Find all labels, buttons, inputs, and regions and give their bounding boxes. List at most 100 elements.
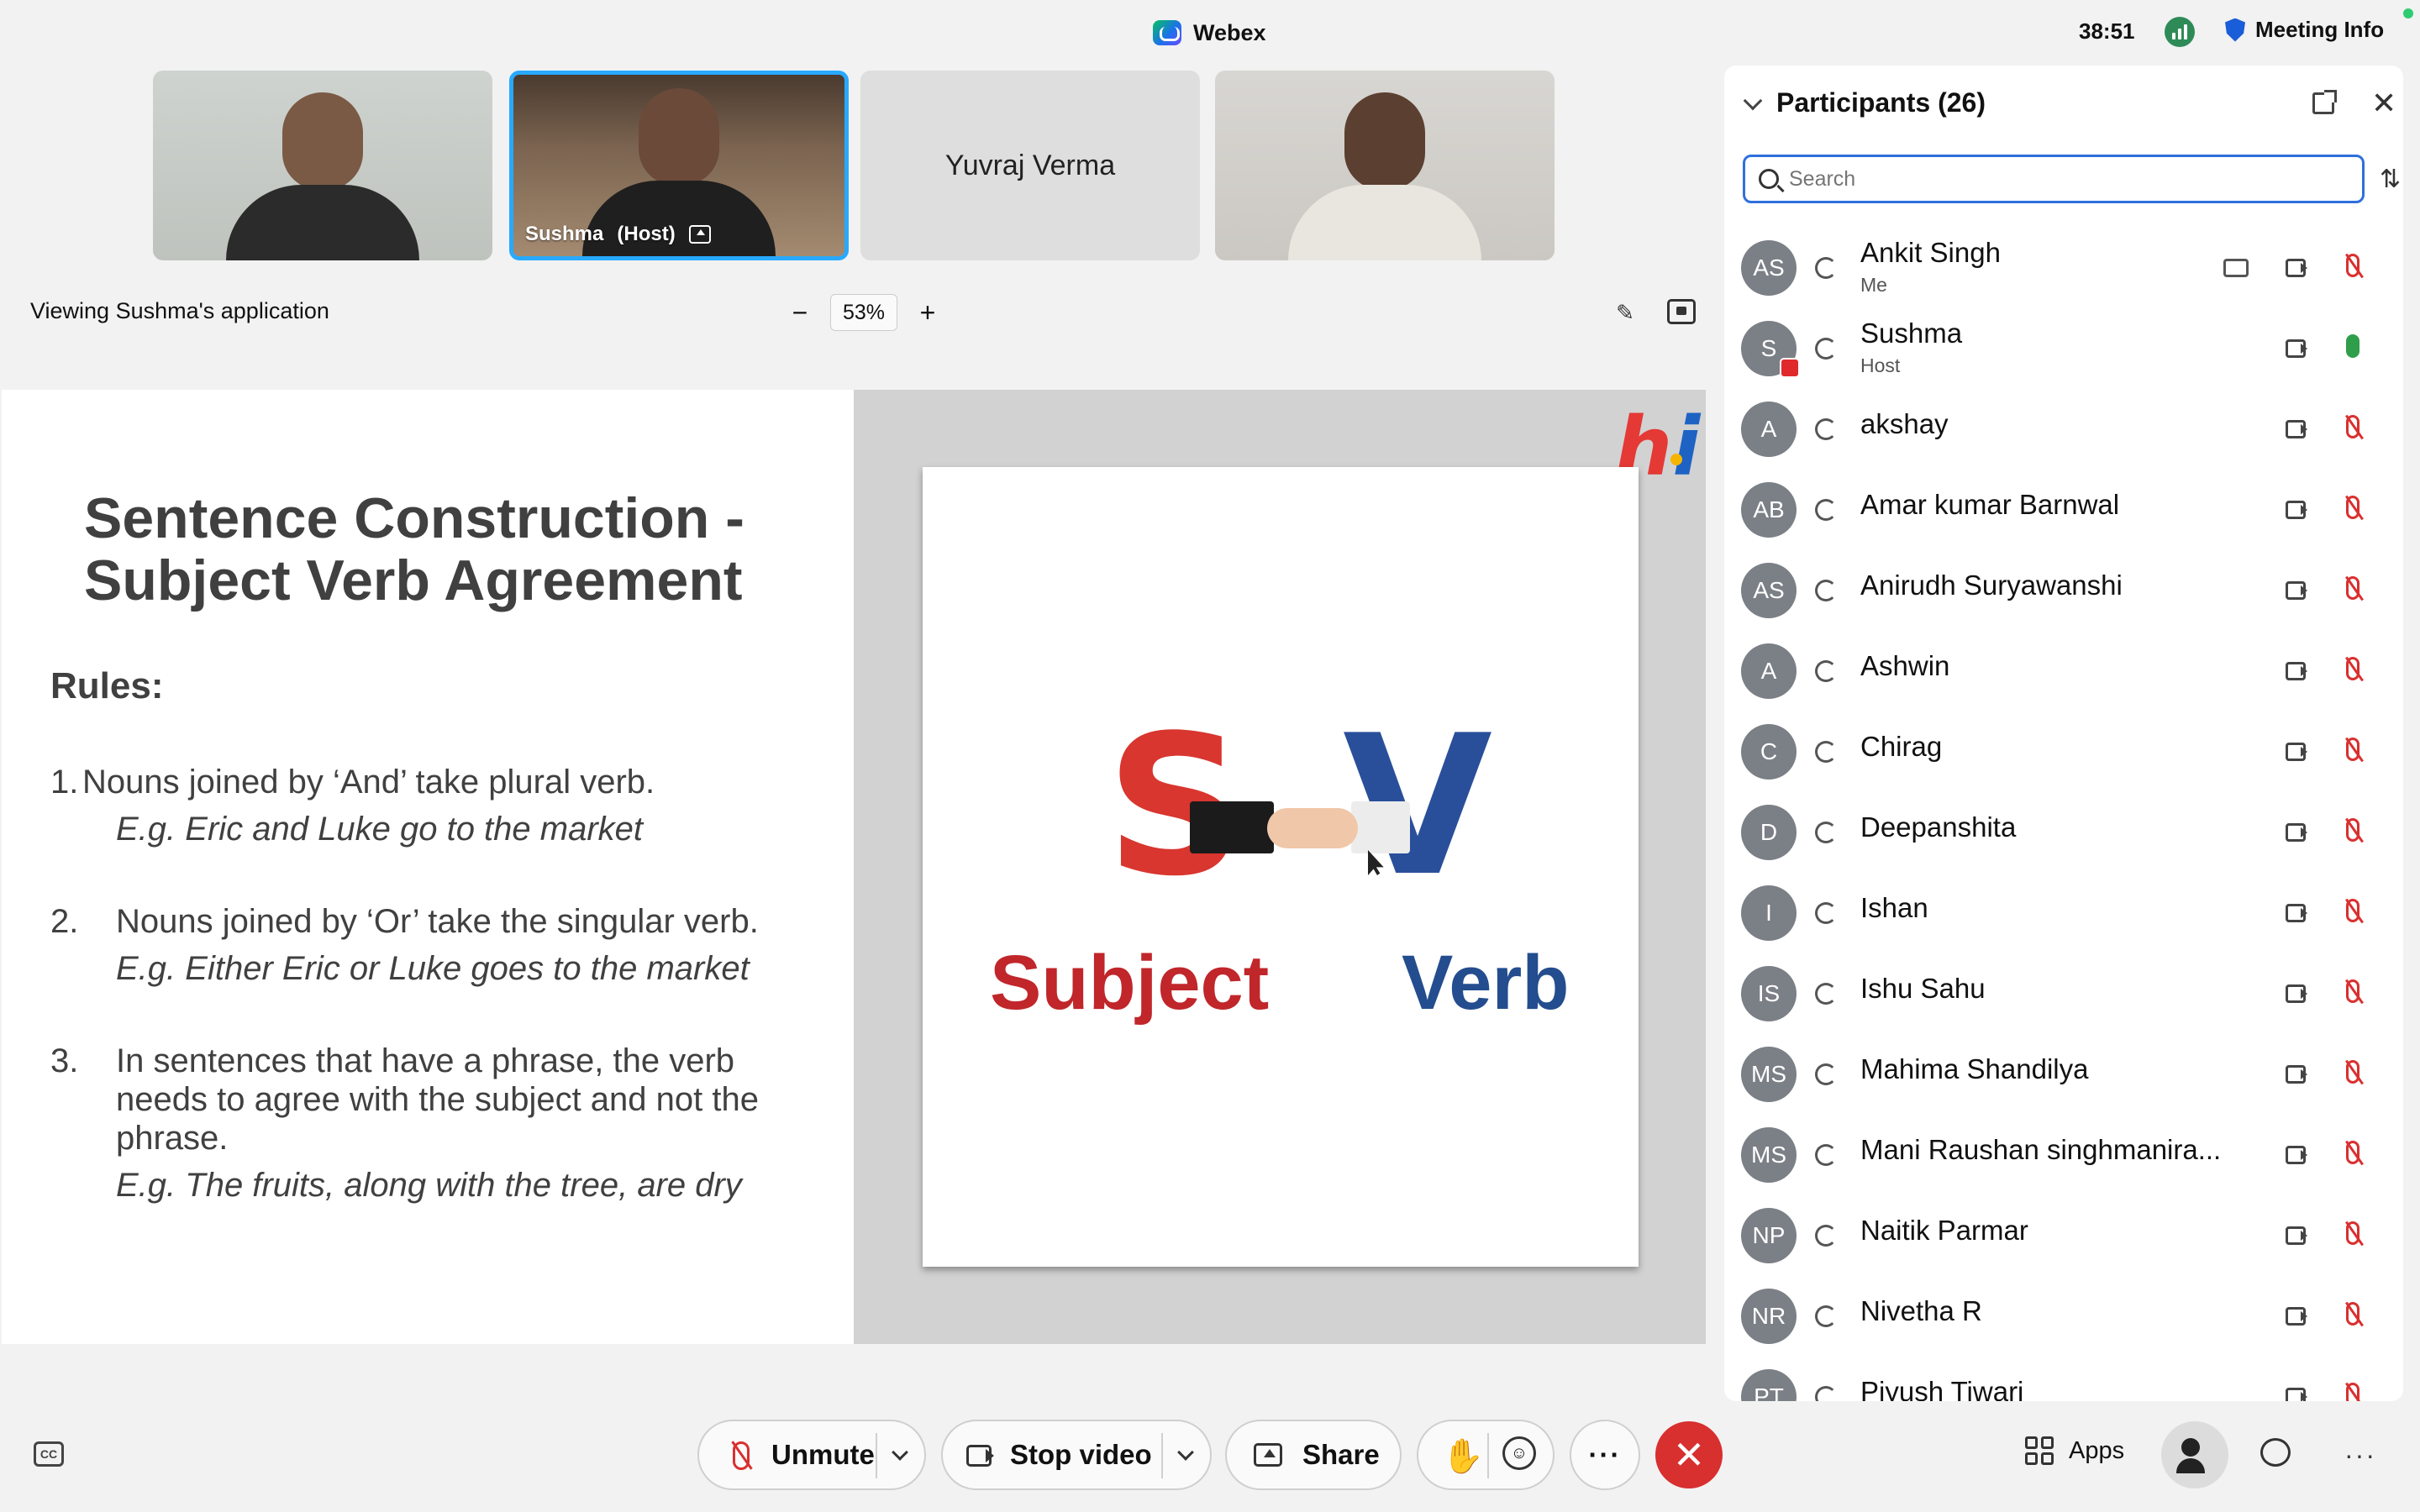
camera-icon[interactable]	[2286, 743, 2307, 761]
participant-name: Ankit Singh	[1860, 237, 2001, 268]
share-button[interactable]: Share	[1225, 1420, 1402, 1490]
rule-text: Nouns joined by ‘And’ take plural verb.	[82, 764, 655, 801]
camera-icon[interactable]	[2286, 904, 2307, 922]
chevron-down-icon[interactable]	[1177, 1444, 1194, 1461]
annotate-icon[interactable]: ✎	[1612, 299, 1639, 326]
camera-icon[interactable]	[2286, 662, 2307, 680]
avatar: D	[1741, 805, 1797, 860]
zoom-out-button[interactable]: −	[781, 294, 818, 331]
network-signal-icon[interactable]	[2165, 17, 2195, 47]
avatar: MS	[1741, 1047, 1797, 1102]
mic-muted-icon[interactable]	[2346, 576, 2360, 600]
camera-icon[interactable]	[2286, 581, 2307, 600]
fit-to-window-icon[interactable]	[1667, 299, 1696, 324]
meeting-info-label: Meeting Info	[2255, 17, 2385, 42]
mic-muted-icon[interactable]	[2346, 1302, 2360, 1326]
mic-muted-icon[interactable]	[2346, 254, 2360, 277]
meeting-info-button[interactable]: Meeting Info	[2225, 17, 2384, 43]
list-item[interactable]: MS Mani Raushan singhmanira...	[1724, 1116, 2403, 1196]
list-item[interactable]: NR Nivetha R	[1724, 1277, 2403, 1357]
search-field[interactable]	[1743, 155, 2365, 203]
camera-icon[interactable]	[2286, 339, 2307, 358]
mic-muted-icon[interactable]	[2346, 899, 2360, 922]
camera-icon[interactable]	[2286, 1388, 2307, 1401]
list-item[interactable]: S Sushma Host	[1724, 309, 2403, 390]
audio-sync-icon	[1815, 660, 1837, 682]
rule-example: E.g. The fruits, along with the tree, ar…	[116, 1167, 742, 1204]
reactions-icon[interactable]: ☺	[1502, 1436, 1536, 1470]
apps-button[interactable]: Apps	[2025, 1436, 2124, 1465]
closed-captions-icon[interactable]: CC	[34, 1441, 64, 1467]
share-label: Share	[1302, 1439, 1380, 1470]
apps-label: Apps	[2069, 1436, 2125, 1464]
avatar: AB	[1741, 482, 1797, 538]
list-item[interactable]: PT Piyush Tiwari	[1724, 1357, 2403, 1401]
list-item[interactable]: MS Mahima Shandilya	[1724, 1035, 2403, 1116]
video-tile-yuvraj[interactable]: Yuvraj Verma	[860, 71, 1200, 260]
chat-icon[interactable]	[2260, 1438, 2291, 1467]
mic-muted-icon[interactable]	[2346, 1221, 2360, 1245]
mic-muted-icon[interactable]	[2346, 657, 2360, 680]
chevron-down-icon[interactable]	[1743, 91, 1763, 111]
list-item[interactable]: AS Ankit Singh Me	[1724, 228, 2403, 309]
shared-content: Sentence Construction - Subject Verb Agr…	[2, 390, 1706, 1344]
search-input[interactable]	[1789, 166, 2310, 192]
camera-icon[interactable]	[2286, 259, 2307, 277]
video-tile-participant-1[interactable]	[153, 71, 492, 260]
mic-muted-icon[interactable]	[2346, 979, 2360, 1003]
list-item[interactable]: D Deepanshita	[1724, 793, 2403, 874]
list-item[interactable]: AB Amar kumar Barnwal	[1724, 470, 2403, 551]
camera-icon[interactable]	[2286, 823, 2307, 842]
chevron-down-icon[interactable]	[892, 1444, 908, 1461]
list-item[interactable]: AS Anirudh Suryawanshi	[1724, 551, 2403, 632]
mic-on-icon[interactable]	[2346, 334, 2360, 358]
list-item[interactable]: A Ashwin	[1724, 632, 2403, 712]
video-tile-host[interactable]: Sushma (Host)	[509, 71, 849, 260]
mic-muted-icon[interactable]	[2346, 1060, 2360, 1084]
camera-icon[interactable]	[2286, 420, 2307, 438]
logo-dot	[1670, 454, 1682, 465]
mic-muted-icon[interactable]	[2346, 1141, 2360, 1164]
camera-icon[interactable]	[2286, 1226, 2307, 1245]
stop-video-button[interactable]: Stop video	[941, 1420, 1212, 1490]
leave-meeting-button[interactable]: ✕	[1655, 1421, 1723, 1488]
reactions-group: ✋ ☺	[1417, 1420, 1555, 1490]
unmute-button[interactable]: Unmute	[697, 1420, 926, 1490]
webex-logo-icon	[1153, 20, 1181, 45]
avatar: NP	[1741, 1208, 1797, 1263]
mic-muted-icon[interactable]	[2346, 415, 2360, 438]
list-item[interactable]: I Ishan	[1724, 874, 2403, 954]
mic-muted-icon[interactable]	[2346, 496, 2360, 519]
mic-muted-icon[interactable]	[2346, 818, 2360, 842]
zoom-level[interactable]: 53%	[830, 294, 897, 331]
mic-muted-icon[interactable]	[2346, 1383, 2360, 1401]
participant-role: Me	[1860, 274, 1887, 296]
camera-icon[interactable]	[2286, 984, 2307, 1003]
list-item[interactable]: A akshay	[1724, 390, 2403, 470]
rule-item: 3. In sentences that have a phrase, the …	[50, 1042, 807, 1205]
popout-icon[interactable]	[2312, 90, 2337, 114]
participants-button[interactable]	[2161, 1421, 2228, 1488]
camera-icon[interactable]	[2286, 1307, 2307, 1326]
close-icon[interactable]: ✕	[2371, 88, 2396, 118]
list-item[interactable]: NP Naitik Parmar	[1724, 1196, 2403, 1277]
more-options-button[interactable]: ···	[1570, 1420, 1640, 1490]
mic-muted-icon[interactable]	[2346, 738, 2360, 761]
rule-item: 1. Nouns joined by ‘And’ take plural ver…	[50, 763, 823, 848]
raise-hand-icon[interactable]: ✋	[1442, 1436, 1484, 1476]
overflow-menu-button[interactable]: ···	[2344, 1440, 2376, 1471]
audio-sync-icon	[1815, 338, 1837, 360]
video-tile-participant-4[interactable]	[1215, 71, 1555, 260]
camera-icon[interactable]	[2286, 1065, 2307, 1084]
captions-icon[interactable]	[2223, 259, 2249, 277]
participant-video	[226, 92, 419, 260]
list-item[interactable]: C Chirag	[1724, 712, 2403, 793]
audio-sync-icon	[1815, 983, 1837, 1005]
list-item[interactable]: IS Ishu Sahu	[1724, 954, 2403, 1035]
sort-icon[interactable]: ⇅	[2380, 165, 2401, 194]
zoom-in-button[interactable]: +	[909, 294, 946, 331]
avatar: A	[1741, 643, 1797, 699]
camera-icon[interactable]	[2286, 1146, 2307, 1164]
camera-icon[interactable]	[2286, 501, 2307, 519]
app-title: Webex	[1153, 17, 1266, 49]
